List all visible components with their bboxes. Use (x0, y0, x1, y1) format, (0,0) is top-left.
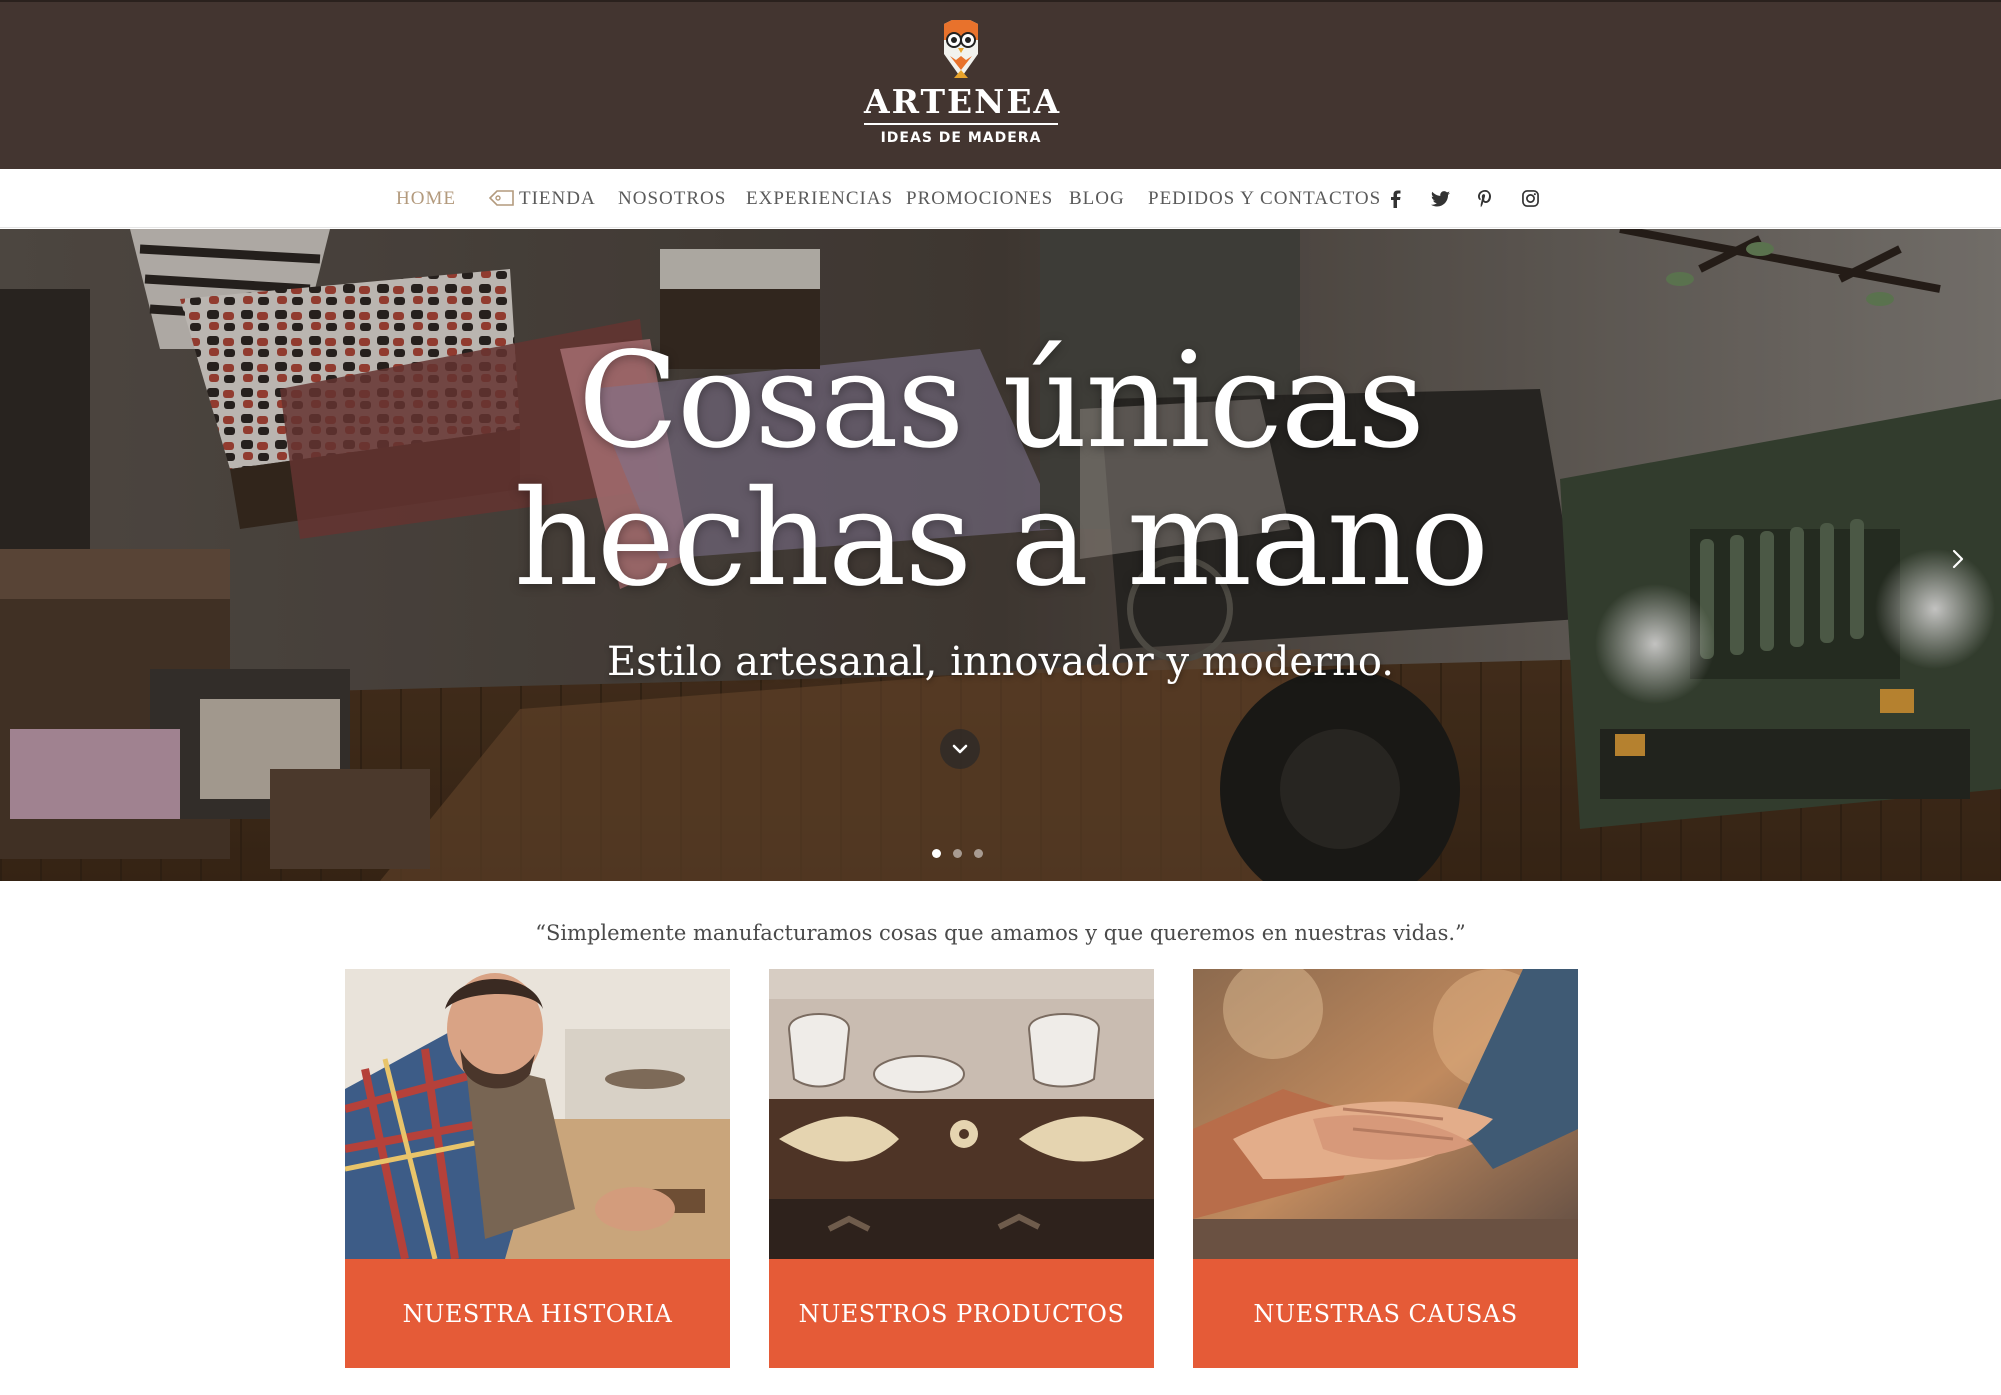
nav-item-tienda-label: TIENDA (519, 188, 596, 209)
nav-item-nosotros[interactable]: NOSOTROS (618, 169, 726, 228)
slider-dot-3[interactable] (974, 848, 983, 858)
card-historia-button[interactable]: NUESTRA HISTORIA (345, 1259, 730, 1368)
hero-subtitle: Estilo artesanal, innovador y moderno. (606, 639, 1395, 685)
nav-item-home[interactable]: HOME (396, 169, 456, 228)
hero-slider: Cosas únicas hechas a mano Estilo artesa… (0, 229, 2001, 881)
card-productos-button[interactable]: NUESTROS PRODUCTOS (769, 1259, 1154, 1368)
instagram-icon[interactable] (1516, 169, 1544, 228)
brand-logo[interactable]: ARTENEA IDEAS DE MADERA (864, 20, 1062, 146)
scroll-down-button[interactable] (940, 729, 980, 769)
card-causas-button[interactable]: NUESTRAS CAUSAS (1193, 1259, 1578, 1368)
owl-logo-icon (944, 20, 978, 78)
slider-dot-2[interactable] (953, 848, 962, 858)
nav-item-promociones[interactable]: PROMOCIONES (906, 169, 1053, 228)
slider-dot-1[interactable] (932, 848, 941, 858)
card-causas[interactable]: NUESTRAS CAUSAS (1193, 969, 1578, 1368)
nav-item-experiencias[interactable]: EXPERIENCIAS (746, 169, 893, 228)
slider-pagination (932, 846, 983, 860)
slider-next-button[interactable] (1944, 539, 1972, 579)
hero-title-line2: hechas a mano (513, 462, 1489, 616)
pinterest-icon[interactable] (1471, 169, 1499, 228)
brand-name: ARTENEA (864, 82, 1062, 121)
card-causas-image (1193, 969, 1578, 1259)
brand-quote: “Simplemente manufacturamos cosas que am… (535, 921, 1466, 945)
chevron-down-icon (952, 744, 968, 754)
brand-tagline: IDEAS DE MADERA (880, 130, 1042, 146)
logo-divider (864, 123, 1058, 125)
nav-item-pedidos-contactos[interactable]: PEDIDOS Y CONTACTOS (1148, 169, 1381, 228)
card-historia-image (345, 969, 730, 1259)
chevron-right-icon (1952, 549, 1964, 569)
card-productos-image (769, 969, 1154, 1259)
twitter-icon[interactable] (1426, 169, 1454, 228)
card-historia[interactable]: NUESTRA HISTORIA (345, 969, 730, 1368)
card-productos[interactable]: NUESTROS PRODUCTOS (769, 969, 1154, 1368)
main-nav: HOME TIENDA NOSOTROS EXPERIENCIAS PROMOC… (0, 169, 2001, 228)
nav-item-blog[interactable]: BLOG (1069, 169, 1125, 228)
hero-title-line1: Cosas únicas (577, 324, 1425, 478)
site-header: ARTENEA IDEAS DE MADERA (0, 0, 2001, 169)
facebook-icon[interactable] (1381, 169, 1409, 228)
nav-item-tienda[interactable]: TIENDA (489, 169, 596, 228)
tag-icon (489, 190, 514, 206)
